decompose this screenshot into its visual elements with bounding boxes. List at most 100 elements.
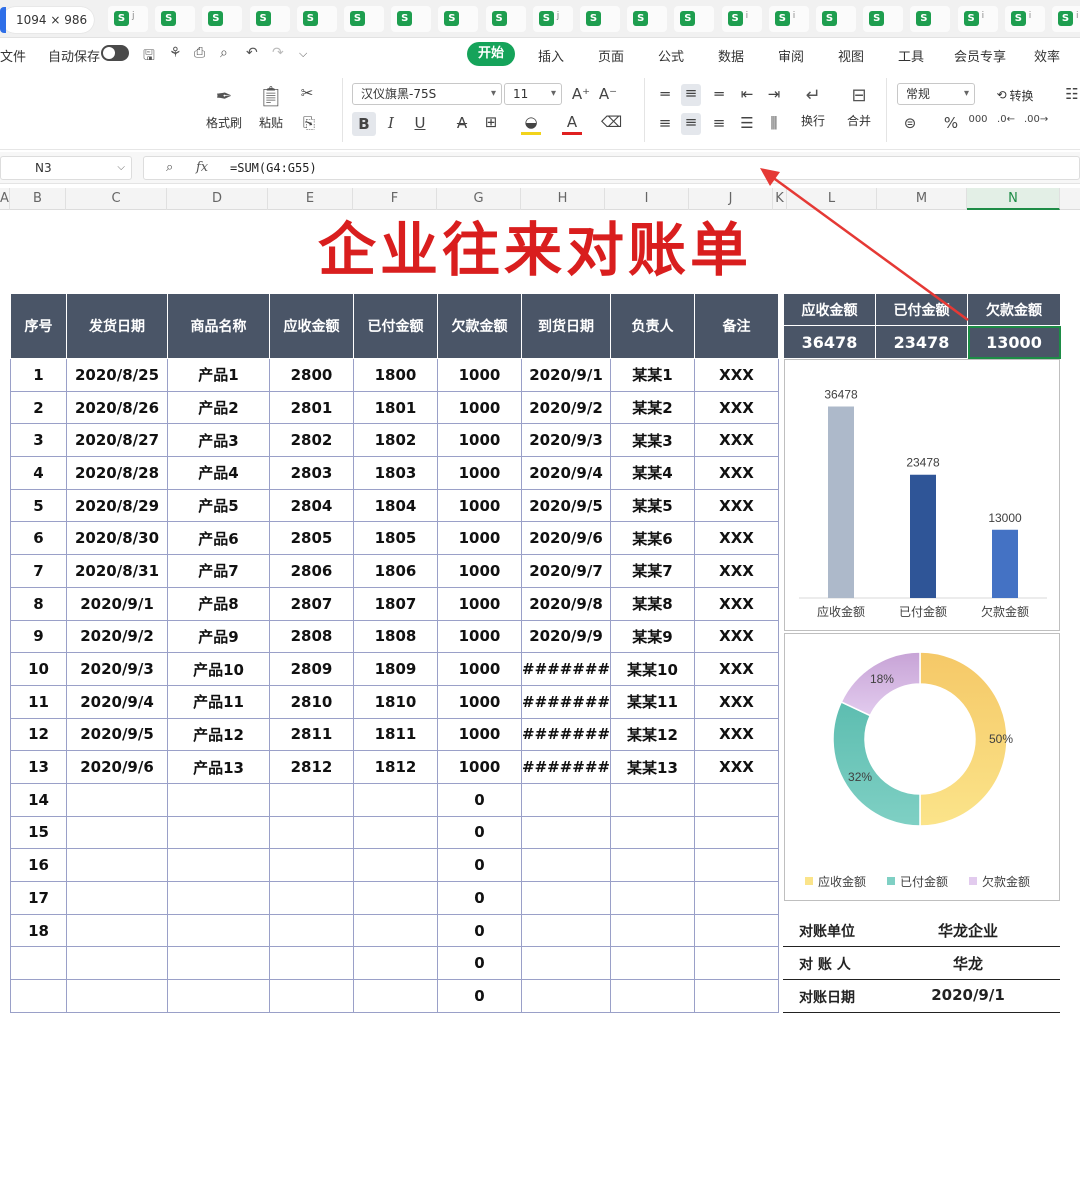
table-cell[interactable]: 2020/9/1 — [66, 586, 168, 621]
column-heading[interactable]: 应收金额 — [269, 293, 354, 359]
table-cell[interactable]: ####### — [521, 684, 611, 719]
merge-button[interactable]: ⊟ 合并 — [836, 82, 882, 132]
percent-button[interactable]: % — [941, 114, 961, 132]
column-header-l[interactable]: L — [787, 188, 877, 210]
table-cell[interactable] — [269, 848, 354, 882]
table-cell[interactable] — [66, 782, 168, 817]
table-cell[interactable] — [693, 881, 779, 915]
column-heading[interactable]: 欠款金额 — [437, 293, 522, 359]
table-cell[interactable] — [167, 946, 270, 981]
print-preview-icon[interactable]: ⌕ — [220, 45, 228, 61]
table-cell[interactable]: 产品3 — [167, 423, 270, 458]
table-cell[interactable]: 1000 — [437, 554, 522, 588]
formula-input[interactable]: ⌕ fx =SUM(G4:G55) — [143, 156, 1080, 180]
wrap-text-button[interactable]: ↵ 换行 — [790, 82, 836, 132]
table-cell[interactable] — [353, 913, 438, 948]
tab-review[interactable]: 审阅 — [778, 46, 804, 65]
table-cell[interactable] — [269, 946, 354, 981]
column-heading[interactable]: 已付金额 — [353, 293, 438, 359]
table-cell[interactable]: 2020/8/27 — [66, 423, 168, 458]
table-cell[interactable]: 1000 — [437, 750, 522, 784]
currency-icon[interactable]: ⊜ — [900, 114, 920, 132]
table-cell[interactable]: XXX — [693, 554, 779, 588]
column-header-e[interactable]: E — [268, 188, 353, 210]
table-cell[interactable]: 2803 — [269, 456, 354, 490]
table-cell[interactable]: 2 — [10, 390, 67, 425]
column-heading[interactable]: 序号 — [10, 293, 67, 359]
table-cell[interactable]: 1806 — [353, 554, 438, 588]
summary-value-owed[interactable]: 13000 — [967, 325, 1061, 359]
summary-header-owed[interactable]: 欠款金额 — [967, 293, 1061, 326]
table-cell[interactable]: 1807 — [353, 586, 438, 621]
justify-icon[interactable]: ☰ — [737, 114, 757, 132]
fill-color-icon[interactable]: ◒ — [521, 113, 541, 135]
table-cell[interactable] — [693, 782, 779, 817]
table-cell[interactable] — [269, 782, 354, 817]
table-cell[interactable]: 2802 — [269, 423, 354, 458]
indent-increase-icon[interactable]: ⇥ — [764, 85, 784, 103]
table-cell[interactable] — [66, 815, 168, 850]
table-cell[interactable] — [609, 979, 695, 1013]
border-icon[interactable]: ⊞ — [481, 113, 501, 131]
redo-icon[interactable]: ↷ — [272, 45, 284, 61]
number-format-select[interactable]: 常规 ▾ — [897, 83, 975, 105]
document-tab[interactable]: S — [202, 6, 243, 32]
column-header-c[interactable]: C — [66, 188, 167, 210]
document-tab[interactable]: S — [344, 6, 384, 32]
table-cell[interactable]: 6 — [10, 521, 67, 556]
font-size-select[interactable]: 11 ▾ — [504, 83, 562, 105]
tab-tools[interactable]: 工具 — [898, 46, 924, 65]
table-cell[interactable]: 2020/9/9 — [521, 619, 611, 654]
table-cell[interactable]: XXX — [693, 521, 779, 556]
table-cell[interactable]: XXX — [693, 423, 779, 458]
align-bottom-icon[interactable]: ═ — [709, 85, 729, 103]
table-cell[interactable]: 2020/9/6 — [521, 521, 611, 556]
table-cell[interactable]: 某某5 — [609, 488, 695, 523]
table-cell[interactable]: 2020/9/2 — [521, 390, 611, 425]
table-cell[interactable]: 0 — [437, 913, 522, 948]
more-icon[interactable]: ☷ — [1062, 85, 1080, 103]
table-cell[interactable]: 产品8 — [167, 586, 270, 621]
table-cell[interactable]: 2020/9/3 — [521, 423, 611, 458]
table-cell[interactable] — [609, 815, 695, 850]
table-cell[interactable] — [521, 913, 611, 948]
strikethrough-button[interactable]: A — [452, 114, 472, 132]
table-cell[interactable]: XXX — [693, 456, 779, 490]
table-cell[interactable]: 产品10 — [167, 652, 270, 686]
table-cell[interactable]: 产品11 — [167, 684, 270, 719]
summary-value-receivable[interactable]: 36478 — [783, 325, 876, 359]
column-heading[interactable]: 到货日期 — [521, 293, 611, 359]
table-cell[interactable]: ####### — [521, 717, 611, 752]
tab-formula[interactable]: 公式 — [658, 46, 684, 65]
eraser-icon[interactable]: ⌫ — [601, 113, 622, 131]
table-cell[interactable] — [167, 815, 270, 850]
table-cell[interactable] — [353, 881, 438, 915]
table-cell[interactable] — [609, 913, 695, 948]
table-cell[interactable] — [66, 913, 168, 948]
table-cell[interactable]: 7 — [10, 554, 67, 588]
table-cell[interactable]: 4 — [10, 456, 67, 490]
table-cell[interactable]: 产品2 — [167, 390, 270, 425]
table-cell[interactable]: 0 — [437, 848, 522, 882]
table-cell[interactable]: 产品5 — [167, 488, 270, 523]
cut-icon[interactable]: ✂ — [297, 84, 317, 102]
table-cell[interactable]: 10 — [10, 652, 67, 686]
table-cell[interactable]: 某某3 — [609, 423, 695, 458]
tab-data[interactable]: 数据 — [718, 46, 744, 65]
table-cell[interactable] — [353, 979, 438, 1013]
table-cell[interactable]: 1803 — [353, 456, 438, 490]
document-tab[interactable]: Si — [721, 6, 762, 32]
table-cell[interactable]: 2808 — [269, 619, 354, 654]
document-tab[interactable]: S — [485, 6, 526, 32]
table-cell[interactable] — [609, 848, 695, 882]
table-cell[interactable]: XXX — [693, 652, 779, 686]
font-name-select[interactable]: 汉仪旗黑-75S ▾ — [352, 83, 502, 105]
table-cell[interactable]: 2020/9/5 — [66, 717, 168, 752]
table-cell[interactable] — [693, 946, 779, 981]
table-cell[interactable]: 1000 — [437, 423, 522, 458]
table-cell[interactable] — [521, 881, 611, 915]
column-header-g[interactable]: G — [437, 188, 521, 210]
table-cell[interactable]: 9 — [10, 619, 67, 654]
table-cell[interactable]: XXX — [693, 358, 779, 392]
copy-icon[interactable]: ⎘ — [299, 114, 319, 132]
